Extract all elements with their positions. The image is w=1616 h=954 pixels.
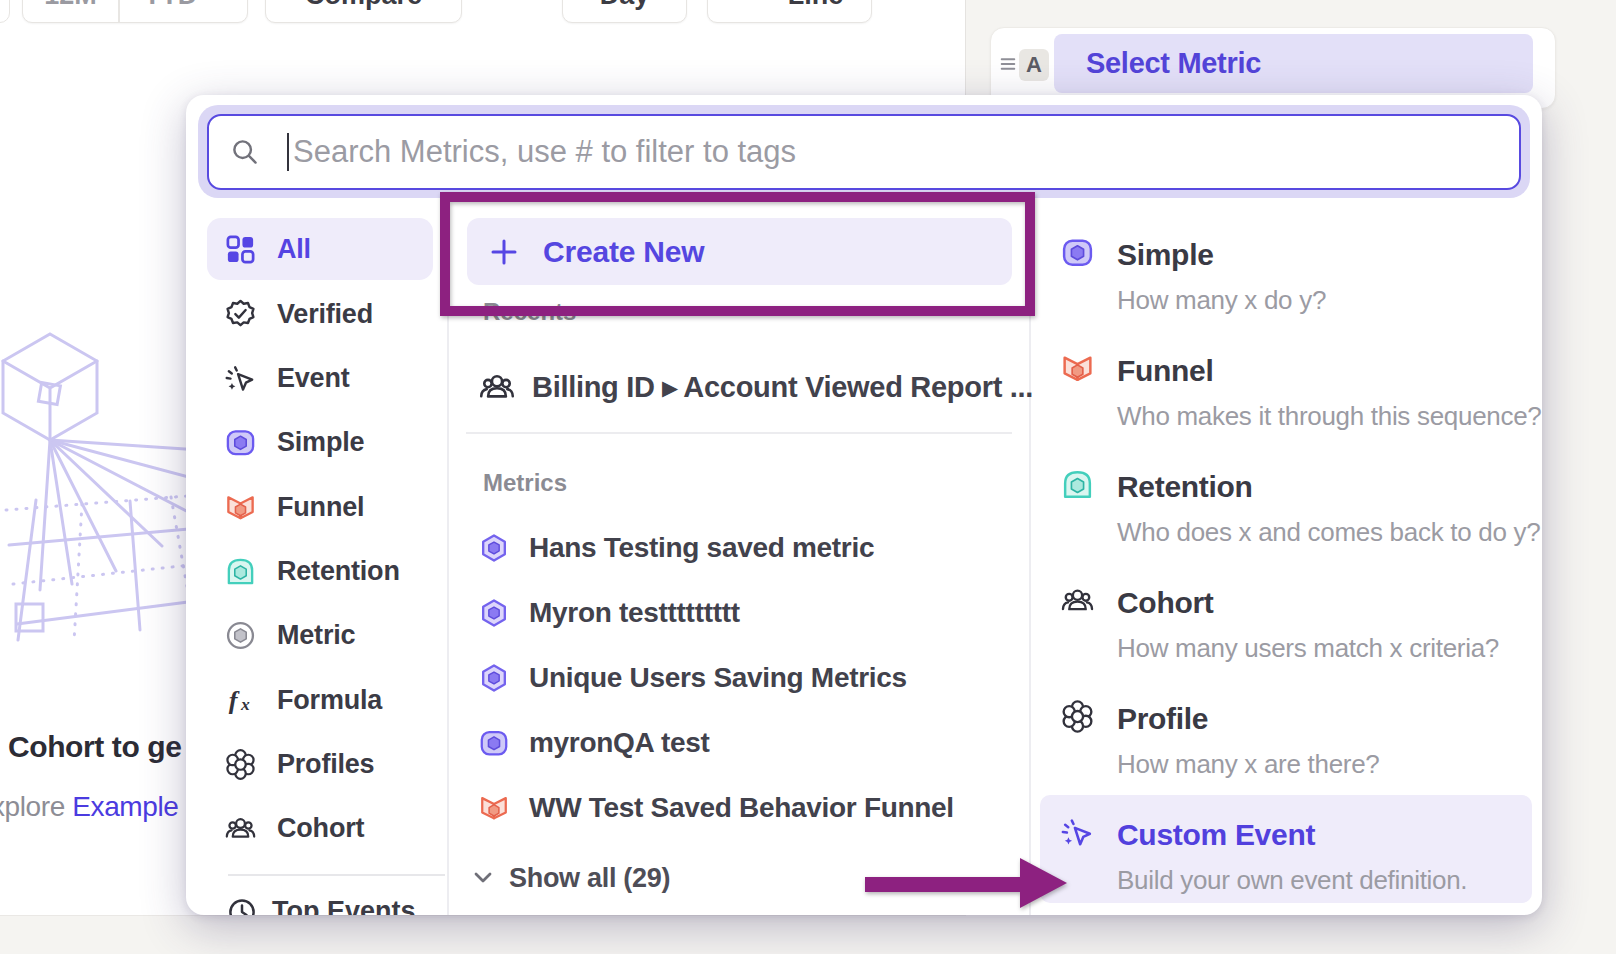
- hexagon-metric-icon: [478, 531, 510, 565]
- line-chart-icon: [736, 0, 774, 13]
- profiles-icon: [224, 748, 257, 781]
- chart-type-line-button[interactable]: Line: [707, 0, 872, 23]
- metrics-label: Metrics: [483, 469, 567, 497]
- category-event[interactable]: Event: [207, 347, 433, 409]
- compare-button[interactable]: Compare: [265, 0, 462, 23]
- type-retention[interactable]: RetentionWho does x and comes back to do…: [1060, 467, 1540, 549]
- funnel-small-icon: [478, 791, 510, 825]
- cohort-icon: [224, 812, 257, 845]
- hexagon-metric-icon: [478, 596, 510, 630]
- divider: [228, 874, 445, 876]
- metric-item[interactable]: WW Test Saved Behavior Funnel: [478, 786, 954, 830]
- retention-icon: [224, 555, 257, 588]
- type-simple[interactable]: SimpleHow many x do y?: [1060, 235, 1326, 317]
- annotation-arrow: [860, 850, 1075, 916]
- category-partial[interactable]: Top Events: [272, 896, 416, 915]
- clock-icon: [225, 895, 259, 915]
- background-heading-fragment: Cohort to ge: [8, 730, 182, 764]
- grid-icon: [224, 233, 257, 266]
- metric-item[interactable]: myronQA test: [478, 721, 710, 765]
- select-metric-field[interactable]: Select Metric: [1054, 34, 1533, 93]
- custom-event-icon: [1060, 815, 1095, 850]
- type-funnel[interactable]: FunnelWho makes it through this sequence…: [1060, 351, 1542, 433]
- metric-icon: [224, 619, 257, 652]
- category-cohort[interactable]: Cohort: [207, 797, 433, 859]
- metric-item[interactable]: Myron testtttttttt: [478, 591, 740, 635]
- type-custom-event[interactable]: Custom EventBuild your own event definit…: [1060, 815, 1467, 897]
- svg-text:f: f: [229, 685, 240, 714]
- annotation-rectangle: [440, 192, 1035, 316]
- metric-item[interactable]: Hans Testing saved metric: [478, 526, 874, 570]
- divider: [466, 432, 1012, 434]
- category-verified[interactable]: Verified: [207, 283, 433, 345]
- drag-handle-icon[interactable]: [998, 54, 1018, 74]
- divider: [1029, 212, 1031, 915]
- svg-text:x: x: [240, 694, 250, 714]
- verified-icon: [224, 298, 257, 331]
- metric-row-badge: A: [1019, 49, 1049, 81]
- event-icon: [224, 362, 257, 395]
- type-profile[interactable]: ProfileHow many x are there?: [1060, 699, 1380, 781]
- search-input[interactable]: Search Metrics, use # to filter to tags: [207, 114, 1521, 190]
- simple-icon: [224, 426, 257, 459]
- search-placeholder: Search Metrics, use # to filter to tags: [293, 134, 796, 170]
- text-caret: [287, 133, 289, 171]
- category-simple[interactable]: Simple: [207, 411, 433, 473]
- toolbar-fragment: [0, 0, 10, 23]
- funnel-icon: [1060, 351, 1095, 386]
- wireframe-illustration: [0, 328, 200, 663]
- profiles-icon: [1060, 699, 1095, 734]
- date-range-group[interactable]: 12M YTD: [22, 0, 248, 23]
- category-funnel[interactable]: Funnel: [207, 476, 433, 538]
- show-all-button[interactable]: Show all (29): [470, 856, 670, 900]
- explore-text: xplore: [0, 791, 72, 822]
- chevron-small-icon: [205, 0, 223, 3]
- metric-item[interactable]: Unique Users Saving Metrics: [478, 656, 907, 700]
- type-cohort[interactable]: CohortHow many users match x criteria?: [1060, 583, 1499, 665]
- range-ytd-button[interactable]: YTD: [120, 0, 248, 22]
- category-formula[interactable]: fxFormula: [207, 669, 433, 731]
- category-retention[interactable]: Retention: [207, 540, 433, 602]
- search-icon: [229, 136, 261, 168]
- formula-icon: fx: [224, 684, 257, 717]
- retention-icon: [1060, 467, 1095, 502]
- bottom-background: [0, 915, 966, 954]
- chevron-down-icon: [470, 865, 496, 891]
- funnel-icon: [224, 491, 257, 524]
- category-metric[interactable]: Metric: [207, 604, 433, 666]
- divider: [447, 212, 449, 915]
- background-explore-line: xplore Example R: [0, 791, 206, 823]
- recent-item-billing[interactable]: Billing ID ▸ Account Viewed Report ...: [478, 365, 1033, 409]
- rounded-metric-icon: [478, 726, 510, 760]
- hexagon-metric-icon: [478, 661, 510, 695]
- granularity-day-button[interactable]: Day: [562, 0, 687, 23]
- category-all[interactable]: All: [207, 218, 433, 280]
- simple-icon: [1060, 235, 1095, 270]
- category-profiles[interactable]: Profiles: [207, 733, 433, 795]
- range-12m-button[interactable]: 12M: [23, 0, 118, 22]
- cohort-icon: [1060, 583, 1095, 618]
- people-icon: [478, 368, 516, 406]
